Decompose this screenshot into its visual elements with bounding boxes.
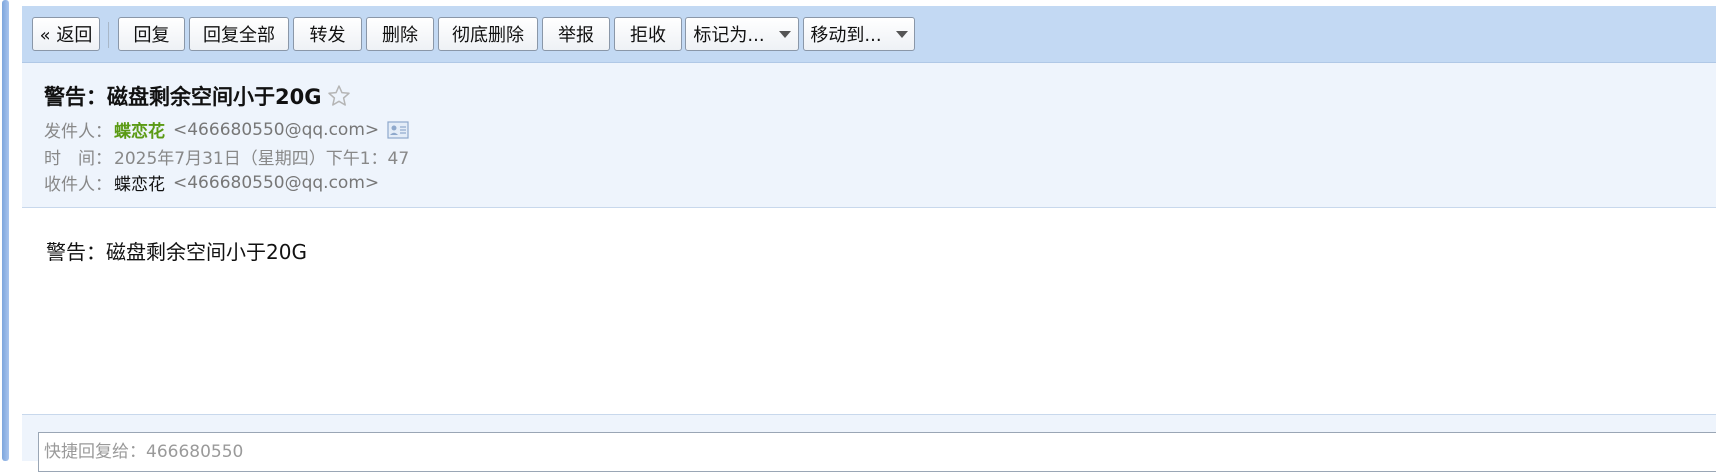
mark-as-dropdown[interactable]: 标记为... xyxy=(685,17,799,51)
email-subject-text: 警告：磁盘剩余空间小于20G xyxy=(44,85,322,109)
chevron-down-icon xyxy=(895,30,908,38)
back-button[interactable]: « 返回 xyxy=(32,17,100,51)
left-rail xyxy=(0,0,22,461)
time-row: 时 间： 2025年7月31日（星期四）下午1：47 xyxy=(44,144,409,169)
time-label: 时 间： xyxy=(44,149,112,169)
delete-permanent-button-label: 彻底删除 xyxy=(452,25,524,46)
left-rail-bar xyxy=(2,0,9,461)
reject-button[interactable]: 拒收 xyxy=(614,17,682,51)
report-button[interactable]: 举报 xyxy=(542,17,610,51)
report-button-label: 举报 xyxy=(558,25,594,46)
sender-label: 发件人： xyxy=(44,122,112,142)
reply-button-label: 回复 xyxy=(133,25,170,46)
email-header: 警告：磁盘剩余空间小于20G 发件人： 蝶恋花 <466680550@qq.co… xyxy=(22,63,1716,208)
sender-name[interactable]: 蝶恋花 xyxy=(114,117,165,142)
forward-button-label: 转发 xyxy=(309,25,346,46)
forward-button[interactable]: 转发 xyxy=(293,17,362,51)
recipient-name[interactable]: 蝶恋花 xyxy=(114,170,165,195)
chevron-down-icon xyxy=(778,30,791,38)
delete-permanent-button[interactable]: 彻底删除 xyxy=(438,17,538,51)
toolbar: « 返回 回复 回复全部 转发 删除 彻底删除 举报 拒收 标记为... 移动到… xyxy=(22,6,1716,63)
recipient-label: 收件人： xyxy=(44,175,112,195)
contact-card-icon[interactable] xyxy=(387,120,409,139)
mail-reader: « 返回 回复 回复全部 转发 删除 彻底删除 举报 拒收 标记为... 移动到… xyxy=(22,0,1716,472)
delete-button[interactable]: 删除 xyxy=(366,17,434,51)
sender-address: <466680550@qq.com> xyxy=(173,119,380,140)
reject-button-label: 拒收 xyxy=(630,25,666,46)
quick-reply-input[interactable] xyxy=(38,432,1716,472)
sender-row: 发件人： 蝶恋花 <466680550@qq.com> xyxy=(44,117,409,142)
star-icon[interactable] xyxy=(327,84,351,108)
email-subject: 警告：磁盘剩余空间小于20G xyxy=(44,81,351,111)
move-to-dropdown-label: 移动到... xyxy=(810,25,882,46)
toolbar-separator xyxy=(108,22,109,48)
reply-all-button-label: 回复全部 xyxy=(203,25,275,46)
back-button-label: « 返回 xyxy=(39,25,93,46)
email-body: 警告：磁盘剩余空间小于20G xyxy=(46,240,307,264)
recipient-address: <466680550@qq.com> xyxy=(173,172,380,193)
time-value: 2025年7月31日（星期四）下午1：47 xyxy=(114,149,410,169)
recipient-row: 收件人： 蝶恋花 <466680550@qq.com> xyxy=(44,170,380,196)
delete-button-label: 删除 xyxy=(382,25,418,46)
quick-reply-area xyxy=(22,414,1716,472)
reply-button[interactable]: 回复 xyxy=(118,17,185,51)
reply-all-button[interactable]: 回复全部 xyxy=(189,17,289,51)
mark-as-dropdown-label: 标记为... xyxy=(693,25,765,46)
move-to-dropdown[interactable]: 移动到... xyxy=(803,17,915,51)
